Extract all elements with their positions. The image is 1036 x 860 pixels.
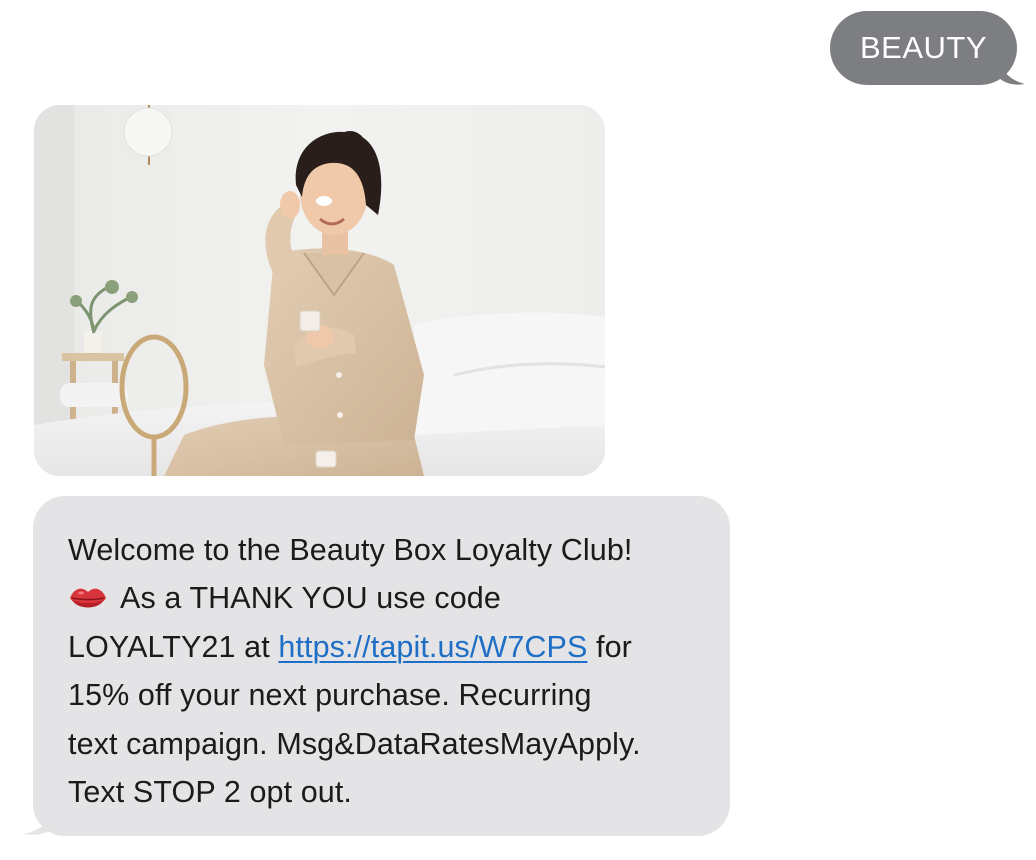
- outgoing-message-bubble[interactable]: BEAUTY: [829, 11, 1017, 85]
- incoming-message-bubble[interactable]: Welcome to the Beauty Box Loyalty Club! …: [33, 496, 730, 836]
- incoming-image-message[interactable]: [34, 105, 605, 476]
- message-line-3-suffix: for: [587, 629, 632, 664]
- outgoing-message-text: BEAUTY: [859, 30, 987, 65]
- message-link[interactable]: https://tapit.us/W7CPS: [278, 630, 587, 664]
- message-line-4: 15% off your next purchase. Recurring: [68, 678, 592, 713]
- message-line-2-text: As a THANK YOU use code: [120, 581, 501, 616]
- incoming-bubble-tail: [24, 806, 54, 835]
- message-line-2: As a THANK YOU use code: [68, 574, 702, 622]
- message-line-3: LOYALTY21 at https://tapit.us/W7CPS for: [68, 623, 702, 671]
- kiss-mark-emoji-icon: [70, 589, 106, 608]
- outgoing-bubble-tail: [999, 58, 1025, 85]
- message-thread: BEAUTY Welcome to the Beauty Box Loyalty…: [0, 0, 1036, 860]
- photo-woman-skincare-icon: [34, 105, 605, 476]
- message-line-1: Welcome to the Beauty Box Loyalty Club!: [68, 533, 633, 567]
- message-line-6: Text STOP 2 opt out.: [68, 775, 353, 810]
- message-line-5: text campaign. Msg&DataRatesMayApply.: [68, 726, 641, 761]
- message-line-3-prefix: LOYALTY21 at: [68, 629, 279, 664]
